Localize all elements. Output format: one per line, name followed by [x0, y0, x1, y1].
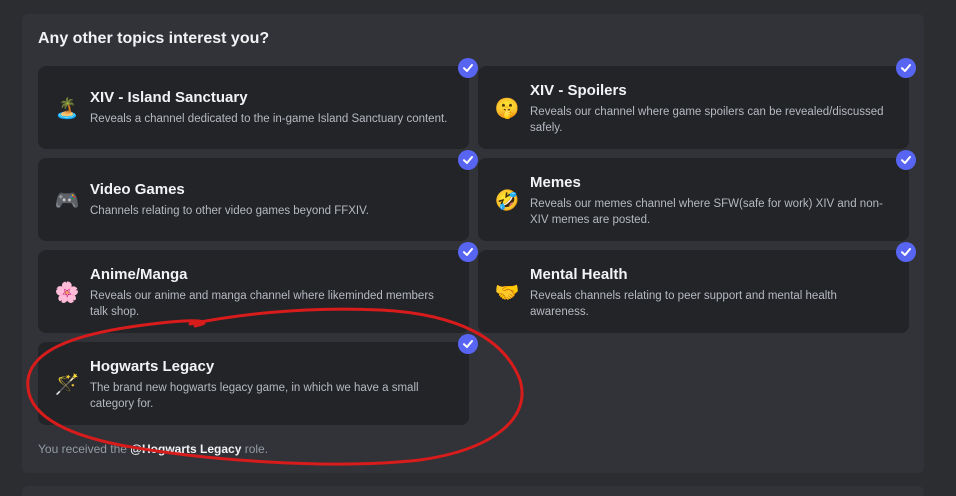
anime-character-icon: 🌸 — [54, 279, 80, 304]
footer-prefix: You received the — [38, 442, 131, 456]
topic-card-memes[interactable]: 🤣 Memes Reveals our memes channel where … — [478, 158, 909, 241]
island-icon: 🏝️ — [54, 95, 80, 120]
card-description: Reveals our anime and manga channel wher… — [90, 290, 434, 318]
card-description: Reveals a channel dedicated to the in-ga… — [90, 113, 448, 125]
footer-suffix: role. — [241, 442, 269, 456]
role-mention[interactable]: @Hogwarts Legacy — [130, 442, 241, 456]
checkmark-icon — [896, 242, 916, 262]
next-panel-edge — [22, 486, 924, 496]
card-description: Reveals channels relating to peer suppor… — [530, 290, 837, 318]
magic-wand-icon: 🪄 — [54, 371, 80, 396]
topic-card-spoilers[interactable]: 🤫 XIV - Spoilers Reveals our channel whe… — [478, 66, 909, 149]
topic-card-video-games[interactable]: 🎮 Video Games Channels relating to other… — [38, 158, 469, 241]
card-description: Channels relating to other video games b… — [90, 205, 369, 217]
card-title: XIV - Spoilers — [530, 82, 627, 99]
card-title: Video Games — [90, 181, 185, 198]
checkmark-icon — [896, 150, 916, 170]
card-title: Memes — [530, 174, 581, 191]
section-title: Any other topics interest you? — [38, 30, 270, 47]
checkmark-icon — [458, 334, 478, 354]
laughing-face-icon: 🤣 — [494, 187, 520, 212]
topic-card-mental-health[interactable]: 🤝 Mental Health Reveals channels relatin… — [478, 250, 909, 333]
card-title: Hogwarts Legacy — [90, 358, 215, 375]
shushing-face-icon: 🤫 — [494, 95, 520, 120]
card-description: The brand new hogwarts legacy game, in w… — [90, 382, 419, 410]
topic-card-hogwarts-legacy[interactable]: 🪄 Hogwarts Legacy The brand new hogwarts… — [38, 342, 469, 425]
checkmark-icon — [458, 58, 478, 78]
topic-card-anime-manga[interactable]: 🌸 Anime/Manga Reveals our anime and mang… — [38, 250, 469, 333]
role-received-message: You received the @Hogwarts Legacy role. — [38, 442, 268, 456]
card-description: Reveals our memes channel where SFW(safe… — [530, 198, 883, 226]
checkmark-icon — [896, 58, 916, 78]
card-title: Anime/Manga — [90, 266, 188, 283]
card-title: Mental Health — [530, 266, 628, 283]
checkmark-icon — [458, 242, 478, 262]
checkmark-icon — [458, 150, 478, 170]
card-description: Reveals our channel where game spoilers … — [530, 106, 884, 134]
game-controller-icon: 🎮 — [54, 187, 80, 212]
handshake-icon: 🤝 — [494, 279, 520, 304]
card-title: XIV - Island Sanctuary — [90, 89, 248, 106]
topic-card-island-sanctuary[interactable]: 🏝️ XIV - Island Sanctuary Reveals a chan… — [38, 66, 469, 149]
